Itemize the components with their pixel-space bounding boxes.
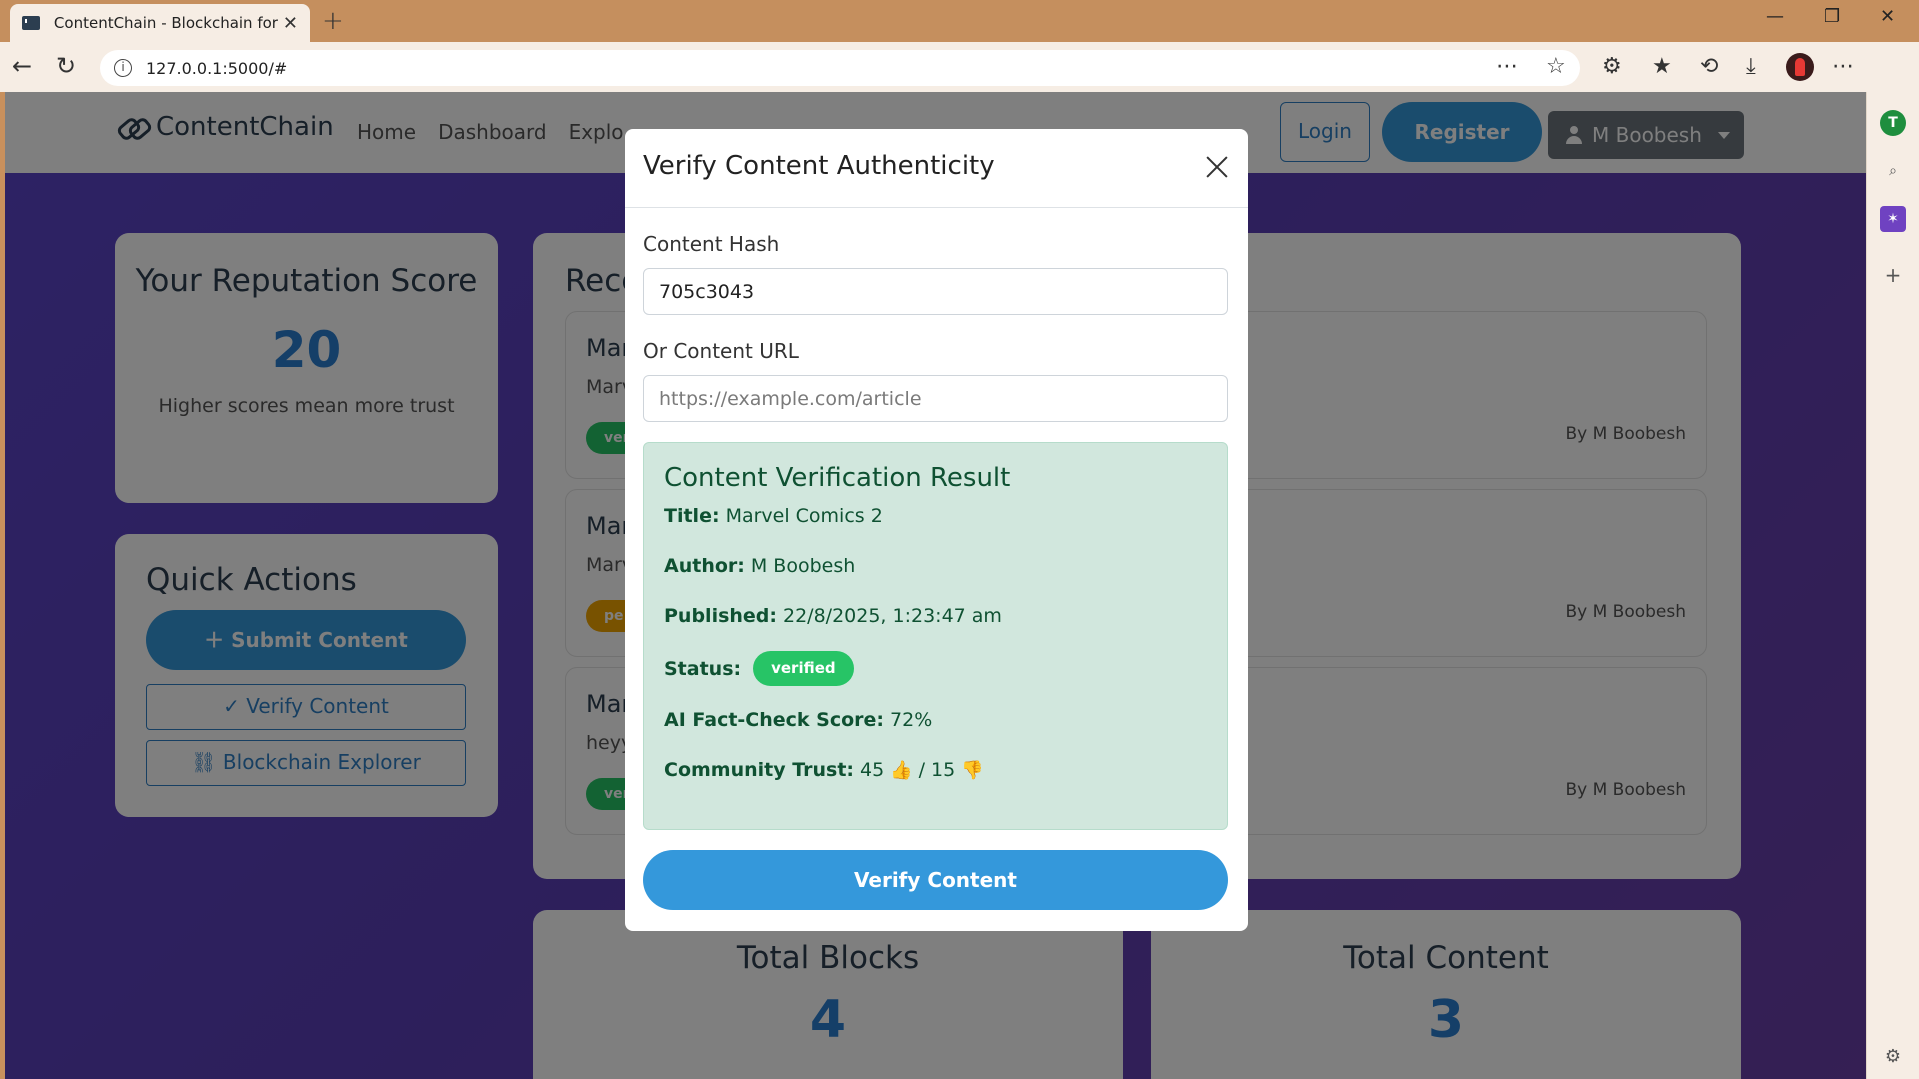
browser-tab[interactable]: ContentChain - Blockchain for Co ✕ (10, 4, 310, 42)
result-title-label: Title: (664, 505, 720, 527)
result-title-value: Marvel Comics 2 (725, 505, 883, 527)
search-icon[interactable]: ⌕ (1880, 158, 1906, 184)
terminal-icon (22, 16, 40, 30)
history-icon[interactable]: ⟲ (1700, 54, 1718, 79)
download-icon[interactable]: ⤓ (1746, 54, 1756, 79)
url-input[interactable]: i 127.0.0.1:5000/# (100, 50, 1580, 86)
status-badge: verified (753, 651, 854, 686)
copilot-icon[interactable]: ✶ (1880, 206, 1906, 232)
close-icon[interactable] (1202, 153, 1232, 183)
address-bar-row: ← ↻ i 127.0.0.1:5000/# ⋯ ☆ ⚙ ★ ⟲ ⤓ ⋯ (0, 42, 1919, 92)
restore-button[interactable]: ❐ (1824, 6, 1840, 27)
result-ai-label: AI Fact-Check Score: (664, 709, 885, 731)
browser-tab-bar: ContentChain - Blockchain for Co ✕ + — ❐… (0, 0, 1919, 42)
result-title-row: Title: Marvel Comics 2 (664, 505, 883, 527)
favorites-icon[interactable]: ★ (1652, 54, 1672, 79)
more-menu-icon[interactable]: ⋯ (1832, 54, 1854, 79)
url-text: 127.0.0.1:5000/# (146, 58, 288, 78)
reader-icon[interactable]: ⋯ (1496, 54, 1518, 79)
result-heading: Content Verification Result (664, 463, 1011, 493)
result-author-value: M Boobesh (750, 555, 856, 577)
verify-modal: Verify Content Authenticity Content Hash… (625, 129, 1248, 931)
content-url-label: Or Content URL (643, 339, 799, 363)
tab-title: ContentChain - Blockchain for Co (53, 14, 283, 32)
minimize-button[interactable]: — (1766, 6, 1784, 27)
modal-header: Verify Content Authenticity (625, 129, 1248, 208)
reload-icon[interactable]: ↻ (56, 52, 76, 80)
result-published-label: Published: (664, 605, 777, 627)
window-close-button[interactable]: ✕ (1880, 6, 1895, 27)
thumbs-down-icon: 👎 (961, 759, 984, 781)
content-url-input[interactable] (643, 375, 1228, 422)
result-published-value: 22/8/2025, 1:23:47 am (783, 605, 1002, 627)
add-icon[interactable]: + (1880, 262, 1906, 288)
result-status-row: Status: verified (664, 651, 854, 686)
content-hash-label: Content Hash (643, 232, 780, 256)
sidebar-avatar[interactable]: T (1880, 110, 1906, 136)
info-icon[interactable]: i (114, 59, 132, 77)
back-arrow-icon[interactable]: ← (12, 52, 32, 80)
result-trust-label: Community Trust: (664, 759, 854, 781)
trust-up-count: 45 (860, 759, 885, 781)
modal-title: Verify Content Authenticity (643, 151, 995, 181)
result-ai-row: AI Fact-Check Score: 72% (664, 709, 932, 731)
content-hash-input[interactable] (643, 268, 1228, 315)
settings-gear-icon[interactable]: ⚙ (1880, 1044, 1906, 1070)
profile-avatar[interactable] (1786, 53, 1814, 81)
thumbs-up-icon: 👍 (890, 759, 913, 781)
favorite-star-icon[interactable]: ☆ (1546, 54, 1566, 79)
extensions-icon[interactable]: ⚙ (1602, 54, 1622, 79)
result-status-label: Status: (664, 657, 742, 680)
new-tab-button[interactable]: + (322, 6, 344, 36)
result-published-row: Published: 22/8/2025, 1:23:47 am (664, 605, 1002, 627)
result-author-row: Author: M Boobesh (664, 555, 855, 577)
verification-result: Content Verification Result Title: Marve… (643, 442, 1228, 830)
result-author-label: Author: (664, 555, 745, 577)
result-ai-value: 72% (890, 709, 933, 731)
verify-content-submit-button[interactable]: Verify Content (643, 850, 1228, 910)
browser-side-strip: T ⌕ ✶ + ⚙ (1866, 92, 1919, 1079)
result-trust-row: Community Trust: 45 👍 / 15 👎 (664, 759, 990, 781)
tab-close-icon[interactable]: ✕ (283, 13, 298, 34)
trust-down-count: / 15 (918, 759, 956, 781)
